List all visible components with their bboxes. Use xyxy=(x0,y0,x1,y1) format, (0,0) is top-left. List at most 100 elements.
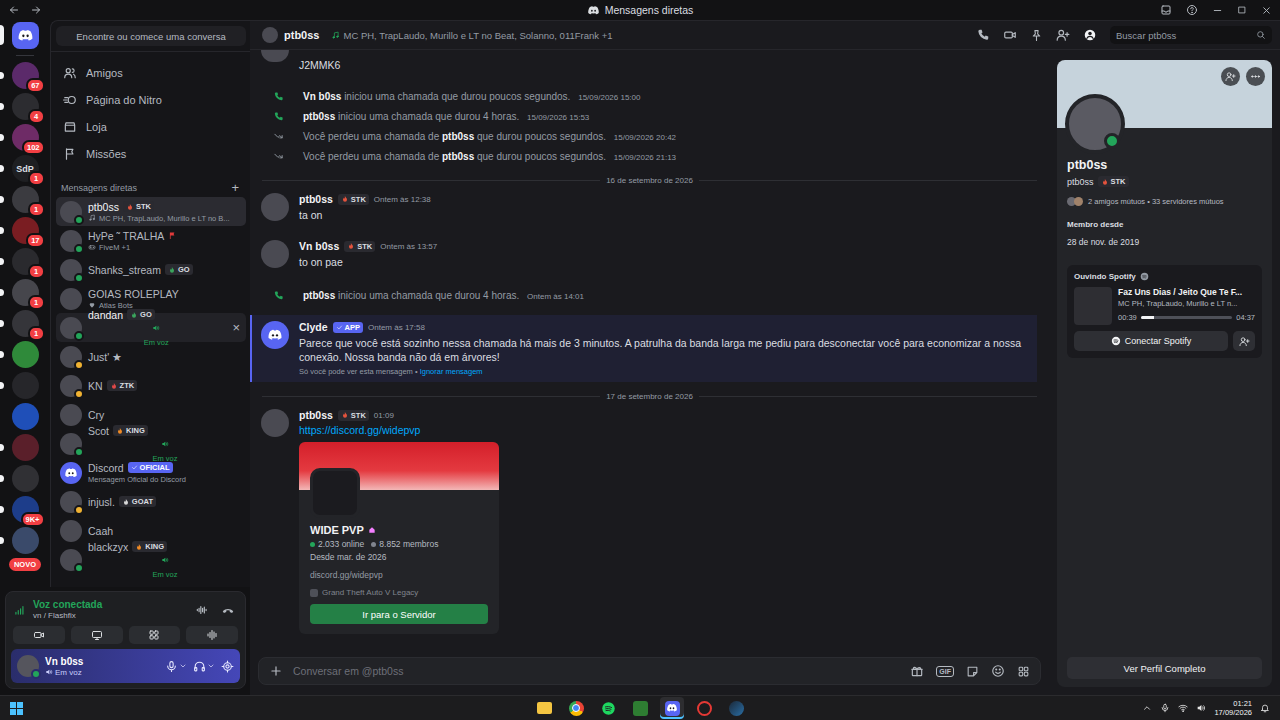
guild-tag[interactable]: GOAT xyxy=(119,496,156,507)
server-item[interactable]: 17 xyxy=(12,217,39,244)
close-dm-button[interactable]: × xyxy=(230,320,242,335)
mic-icon[interactable] xyxy=(165,660,178,673)
emoji-icon[interactable] xyxy=(991,664,1005,678)
close-icon[interactable] xyxy=(1261,5,1272,16)
home-button[interactable] xyxy=(12,22,39,49)
server-item[interactable]: 4 xyxy=(12,93,39,120)
dismiss-link[interactable]: Ignorar mensagem xyxy=(420,367,483,376)
server-item[interactable]: 102 xyxy=(12,124,39,151)
guild-tag[interactable]: KING xyxy=(132,541,167,552)
taskbar-app[interactable] xyxy=(692,697,716,719)
forward-button[interactable] xyxy=(30,4,42,16)
chevron-icon[interactable] xyxy=(207,662,215,670)
chevron-up-icon[interactable] xyxy=(1142,703,1152,713)
back-button[interactable] xyxy=(8,4,20,16)
nav-item[interactable]: Loja xyxy=(57,113,245,140)
noise-button[interactable] xyxy=(192,603,212,617)
dm-item[interactable]: Discord OFICIAL Mensagem Oficial do Disc… xyxy=(56,458,246,487)
gear-icon[interactable] xyxy=(221,660,234,673)
soundboard-button[interactable] xyxy=(186,626,238,644)
disconnect-button[interactable] xyxy=(218,603,238,617)
mic-icon[interactable] xyxy=(1160,703,1170,713)
camera-button[interactable] xyxy=(13,626,65,644)
gift-icon[interactable] xyxy=(910,664,924,678)
dm-item[interactable]: Shanks_stream GO xyxy=(56,255,246,284)
create-dm-button[interactable]: + xyxy=(231,183,239,193)
dm-item[interactable]: KN ZTK xyxy=(56,371,246,400)
clock[interactable]: 01:2117/09/2026 xyxy=(1214,699,1252,717)
pin-icon[interactable] xyxy=(1030,29,1043,42)
nav-item[interactable]: Missões xyxy=(57,140,245,167)
server-image[interactable] xyxy=(12,434,39,461)
screen-share-button[interactable] xyxy=(71,626,123,644)
camera-icon[interactable] xyxy=(33,629,45,641)
activities-button[interactable] xyxy=(129,626,181,644)
guild-tag[interactable]: ZTK xyxy=(107,380,138,391)
dots-icon[interactable] xyxy=(1250,71,1261,82)
add-friend-icon[interactable] xyxy=(1056,28,1070,42)
server-item[interactable] xyxy=(12,434,39,461)
guild-tag[interactable]: STK xyxy=(344,241,375,252)
server-item[interactable] xyxy=(12,372,39,399)
taskbar-app[interactable] xyxy=(564,697,588,719)
message-input[interactable]: Conversar em @ptb0ss GIF xyxy=(258,657,1041,685)
profile-icon[interactable] xyxy=(1083,28,1097,42)
dm-item[interactable]: dandan GO Em voz × xyxy=(56,313,246,342)
server-item[interactable]: 1 xyxy=(12,279,39,306)
connect-spotify-button[interactable]: Conectar Spotify xyxy=(1074,331,1228,351)
guild-tag[interactable]: STK xyxy=(1098,176,1129,187)
server-item[interactable]: 1 xyxy=(12,186,39,213)
dm-item[interactable]: Scot KING Em voz xyxy=(56,429,246,458)
invite-link[interactable]: https://discord.gg/widepvp xyxy=(299,424,1037,436)
guild-tag[interactable]: STK xyxy=(338,194,369,205)
forward-icon[interactable] xyxy=(30,4,42,16)
wave-icon[interactable] xyxy=(195,603,209,617)
gif-button[interactable]: GIF xyxy=(936,666,954,677)
add-friend-icon[interactable] xyxy=(1239,336,1250,347)
inbox-icon[interactable] xyxy=(1160,4,1172,16)
start-button[interactable] xyxy=(10,702,23,715)
back-icon[interactable] xyxy=(8,4,20,16)
server-item[interactable] xyxy=(12,465,39,492)
chevron-icon[interactable] xyxy=(179,662,187,670)
server-image[interactable] xyxy=(12,372,39,399)
guild-tag[interactable]: STK xyxy=(123,201,154,212)
server-item[interactable]: 67 xyxy=(12,62,39,89)
dm-item[interactable]: injusl. GOAT xyxy=(56,487,246,516)
taskbar-app[interactable] xyxy=(660,697,684,719)
dm-item[interactable]: ptb0ss STK MC PH, TrapLaudo, Murillo e L… xyxy=(56,197,246,226)
nav-item[interactable]: Amigos xyxy=(57,59,245,86)
server-item[interactable]: 1 xyxy=(12,310,39,337)
server-item[interactable] xyxy=(12,341,39,368)
voice-icon[interactable] xyxy=(1196,703,1206,713)
taskbar-app[interactable] xyxy=(628,697,652,719)
server-item[interactable] xyxy=(12,403,39,430)
guild-tag[interactable]: GO xyxy=(165,264,193,275)
dm-item[interactable]: blackzyx KING Em voz xyxy=(56,545,246,574)
add-friend-icon[interactable] xyxy=(1225,71,1236,82)
mutuals[interactable]: 2 amigos mútuos • 33 servidores mútuos xyxy=(1067,197,1262,206)
taskbar-app[interactable] xyxy=(596,697,620,719)
dm-item[interactable]: HyPe ˜ TRALHA FiveM +1 xyxy=(56,226,246,255)
guild-tag[interactable]: STK xyxy=(338,410,369,421)
server-item[interactable]: 1 xyxy=(12,248,39,275)
headset-icon[interactable] xyxy=(193,660,206,673)
server-item[interactable]: SdP 1 xyxy=(12,155,39,182)
server-image[interactable] xyxy=(12,403,39,430)
taskbar-app[interactable] xyxy=(724,697,748,719)
listen-along-button[interactable] xyxy=(1233,331,1255,351)
minimize-icon[interactable] xyxy=(1212,5,1223,16)
nav-item[interactable]: Página do Nitro xyxy=(57,86,245,113)
apps-icon[interactable] xyxy=(1017,665,1030,678)
taskbar-app[interactable] xyxy=(532,697,556,719)
sticker-icon[interactable] xyxy=(966,665,979,678)
plus-icon[interactable] xyxy=(269,664,283,678)
maximize-icon[interactable] xyxy=(1237,5,1247,15)
server-image[interactable] xyxy=(12,465,39,492)
soundboard-icon[interactable] xyxy=(206,629,218,641)
bell-icon[interactable] xyxy=(1260,703,1270,713)
user-avatar[interactable] xyxy=(17,655,39,677)
guild-tag[interactable]: KING xyxy=(113,425,148,436)
join-server-button[interactable]: Ir para o Servidor xyxy=(310,604,488,624)
server-item[interactable]: 9K+ xyxy=(12,496,39,523)
